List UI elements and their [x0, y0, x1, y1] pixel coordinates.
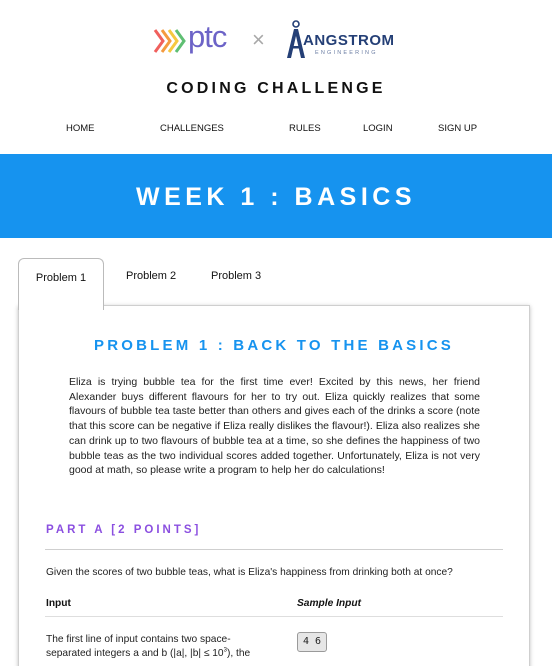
nav-challenges[interactable]: CHALLENGES [160, 123, 224, 135]
ptc-logo-text: ptc [188, 19, 227, 54]
part-a-question: Given the scores of two bubble teas, wha… [46, 567, 453, 578]
partner-logos: ptc × ANGSTROM ENGINEERING [0, 20, 552, 64]
tab-problem-1[interactable]: Problem 1 [18, 258, 104, 310]
sample-input-column-header: Sample Input [297, 598, 361, 609]
table-divider [45, 616, 503, 617]
problem-description: Eliza is trying bubble tea for the first… [69, 376, 480, 477]
nav-login[interactable]: LOGIN [363, 123, 393, 135]
tab-problem-2[interactable]: Problem 2 [126, 258, 176, 310]
part-a-title: PART A [2 POINTS] [46, 524, 202, 536]
problem-panel: PROBLEM 1 : BACK TO THE BASICS Eliza is … [18, 305, 530, 666]
week-banner: WEEK 1 : BASICS [0, 154, 552, 238]
main-nav: HOME CHALLENGES RULES LOGIN SIGN UP [0, 123, 552, 137]
input-description: The first line of input contains two spa… [46, 633, 272, 660]
tab-problem-3[interactable]: Problem 3 [211, 258, 261, 310]
problem-title: PROBLEM 1 : BACK TO THE BASICS [94, 337, 454, 354]
input-description-text: The first line of input contains two spa… [46, 634, 231, 659]
logo-separator: × [252, 27, 265, 52]
angstrom-logo-name: ANGSTROM [303, 32, 395, 49]
input-column-header: Input [46, 598, 71, 609]
input-description-tail: ), the [226, 647, 251, 659]
site-title: CODING CHALLENGE [166, 80, 386, 97]
angstrom-logo-sub: ENGINEERING [315, 50, 378, 56]
nav-rules[interactable]: RULES [289, 123, 321, 135]
part-divider [45, 549, 503, 550]
sample-input-value: 4 6 [297, 632, 328, 652]
nav-home[interactable]: HOME [66, 123, 95, 135]
nav-sign-up[interactable]: SIGN UP [438, 123, 477, 135]
banner-title: WEEK 1 : BASICS [135, 183, 417, 211]
